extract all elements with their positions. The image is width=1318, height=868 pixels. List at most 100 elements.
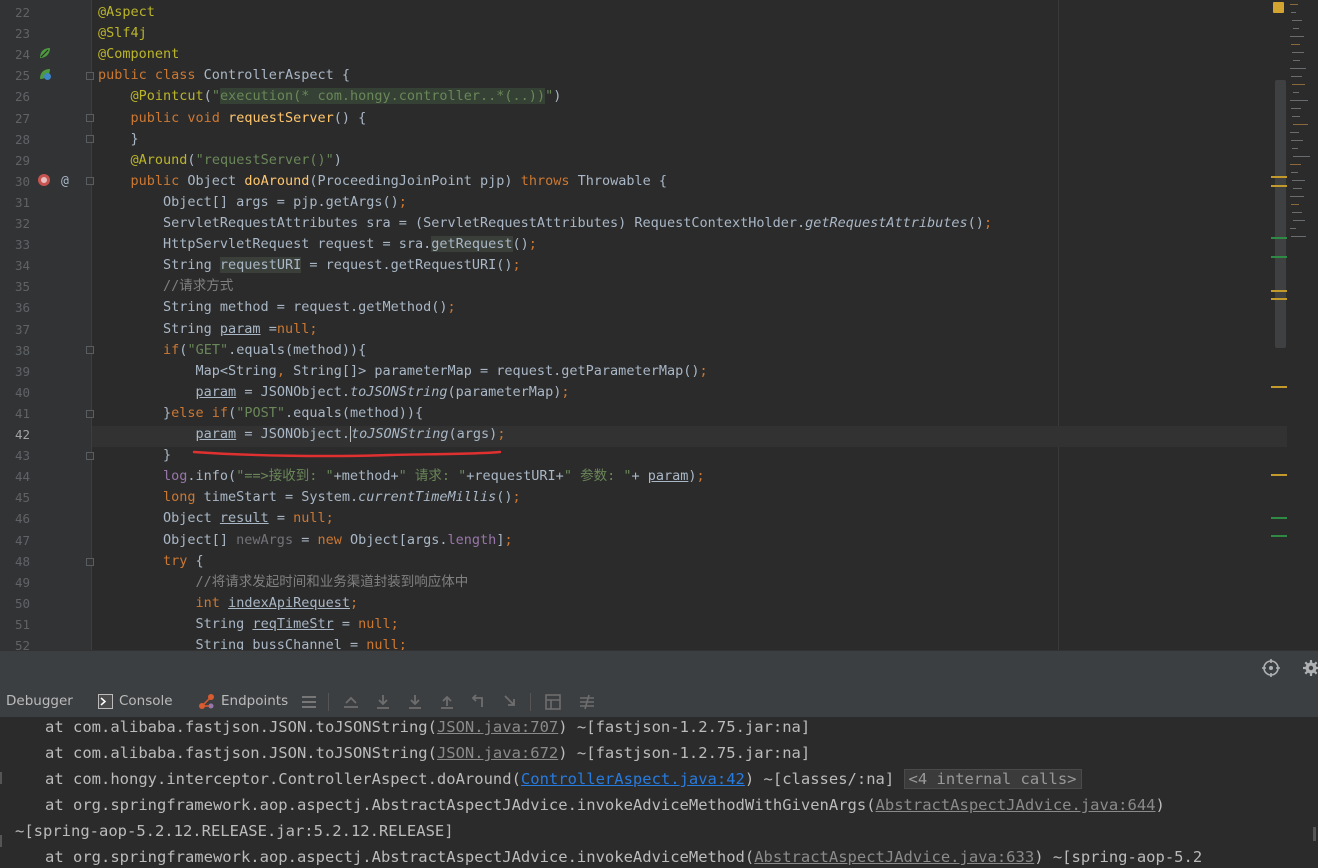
advice-icon[interactable] [37,173,51,187]
code-line[interactable]: @Component [98,44,179,65]
source-link[interactable]: JSON.java:672 [437,744,558,762]
code-line[interactable]: String reqTimeStr = null; [98,614,399,635]
line-number[interactable]: 34 [0,255,30,276]
line-number[interactable]: 30 [0,171,30,192]
code-line[interactable]: Object[] args = pjp.getArgs(); [98,192,407,213]
warning-mark[interactable] [1271,290,1287,292]
code-line[interactable]: param = JSONObject.toJSONString(args); [98,424,505,445]
source-link[interactable]: ControllerAspect.java:42 [521,770,745,788]
line-number[interactable]: 32 [0,213,30,234]
code-line[interactable]: if("GET".equals(method)){ [98,340,366,361]
tab-debugger[interactable]: Debugger [6,686,73,717]
line-number[interactable]: 28 [0,129,30,150]
code-line[interactable]: public class ControllerAspect { [98,65,350,86]
code-line[interactable]: //请求方式 [98,276,233,297]
menu-lines-icon[interactable] [300,693,318,711]
code-editor[interactable]: 22 23 24 25 26 27 28 29 30 31 32 33 34 35 36 37 38 39 40 41… [0,0,1318,650]
fold-marker[interactable] [86,558,94,566]
code-line[interactable]: public void requestServer() { [98,108,367,129]
line-number[interactable]: 24 [0,44,30,65]
spring-bean-icon[interactable] [38,46,52,60]
line-number[interactable]: 48 [0,551,30,572]
code-line[interactable]: HttpServletRequest request = sra.getRequ… [98,234,537,255]
line-number[interactable]: 52 [0,635,30,650]
code-line[interactable]: } [98,445,171,466]
fold-marker[interactable] [86,114,94,122]
line-number[interactable]: 45 [0,487,30,508]
code-line[interactable]: @Aspect [98,2,155,23]
run-to-cursor-icon[interactable] [502,693,520,711]
code-line[interactable]: int indexApiRequest; [98,593,359,614]
fold-marker[interactable] [86,177,94,185]
line-number[interactable]: 22 [0,2,30,23]
tab-endpoints[interactable]: Endpoints [198,686,288,717]
crosshair-icon[interactable] [1262,659,1280,677]
line-number[interactable]: 50 [0,593,30,614]
line-number[interactable]: 38 [0,340,30,361]
code-line[interactable]: String param =null; [98,319,317,340]
line-number[interactable]: 44 [0,466,30,487]
line-number[interactable]: 31 [0,192,30,213]
code-line[interactable]: String method = request.getMethod(); [98,297,456,318]
editor-scrollbar[interactable] [1275,80,1286,348]
step-over-icon[interactable] [374,693,392,711]
internal-calls-fold[interactable]: <4 internal calls> [903,769,1082,789]
line-number[interactable]: 23 [0,23,30,44]
code-line[interactable]: @Around("requestServer()") [98,150,342,171]
change-mark[interactable] [1271,517,1287,519]
step-into-icon[interactable] [406,693,424,711]
line-number[interactable]: 36 [0,297,30,318]
fold-marker[interactable] [86,72,94,80]
fold-marker[interactable] [86,135,94,143]
tab-console[interactable]: Console [98,686,173,717]
line-number[interactable]: 25 [0,65,30,86]
code-line[interactable]: } [98,129,139,150]
warning-mark[interactable] [1271,474,1287,476]
line-number[interactable]: 37 [0,319,30,340]
line-number[interactable]: 33 [0,234,30,255]
show-execution-point-icon[interactable] [342,693,360,711]
change-mark[interactable] [1271,256,1287,258]
warning-mark[interactable] [1271,176,1287,178]
code-line[interactable]: Map<String, String[]> parameterMap = req… [98,361,708,382]
line-number[interactable]: 49 [0,572,30,593]
line-number[interactable]: 46 [0,508,30,529]
evaluate-expression-icon[interactable] [544,693,562,711]
line-number[interactable]: 40 [0,382,30,403]
line-number[interactable]: 35 [0,276,30,297]
line-number[interactable]: 51 [0,614,30,635]
trace-icon[interactable] [578,693,596,711]
line-number[interactable]: 43 [0,445,30,466]
fold-marker[interactable] [86,452,94,460]
console-scrollbar[interactable] [1311,717,1318,868]
line-number[interactable]: 41 [0,403,30,424]
change-mark[interactable] [1271,237,1287,239]
gear-icon[interactable] [1302,659,1318,677]
code-line[interactable]: @Slf4j [98,23,147,44]
code-line[interactable]: log.info("==>接收到: "+method+" 请求: "+reque… [98,466,705,487]
code-line[interactable]: @Pointcut("execution(* com.hongy.control… [98,86,561,107]
warning-indicator[interactable] [1273,2,1284,13]
code-line[interactable]: Object result = null; [98,508,334,529]
source-link[interactable]: AbstractAspectJAdvice.java:644 [876,796,1156,814]
spring-aspect-icon[interactable] [38,67,52,81]
code-line[interactable]: //将请求发起时间和业务渠道封装到响应体中 [98,572,469,593]
code-line[interactable]: String requestURI = request.getRequestUR… [98,255,521,276]
step-out-icon[interactable] [438,693,456,711]
source-link[interactable]: AbstractAspectJAdvice.java:633 [754,848,1034,866]
line-number[interactable]: 39 [0,361,30,382]
console-output[interactable]: at com.alibaba.fastjson.JSON.toJSONStrin… [0,717,1318,868]
code-line[interactable]: public Object doAround(ProceedingJoinPoi… [98,171,667,192]
source-link[interactable]: JSON.java:707 [437,718,558,736]
warning-mark[interactable] [1271,298,1287,300]
fold-marker[interactable] [86,410,94,418]
line-number[interactable]: 29 [0,150,30,171]
code-line[interactable]: long timeStart = System.currentTimeMilli… [98,487,521,508]
change-mark[interactable] [1271,535,1287,537]
line-number[interactable]: 26 [0,86,30,107]
warning-mark[interactable] [1271,386,1287,388]
code-line[interactable]: ServletRequestAttributes sra = (ServletR… [98,213,992,234]
code-line[interactable]: try { [98,551,204,572]
override-at-icon[interactable]: @ [60,173,74,187]
line-number[interactable]: 47 [0,530,30,551]
